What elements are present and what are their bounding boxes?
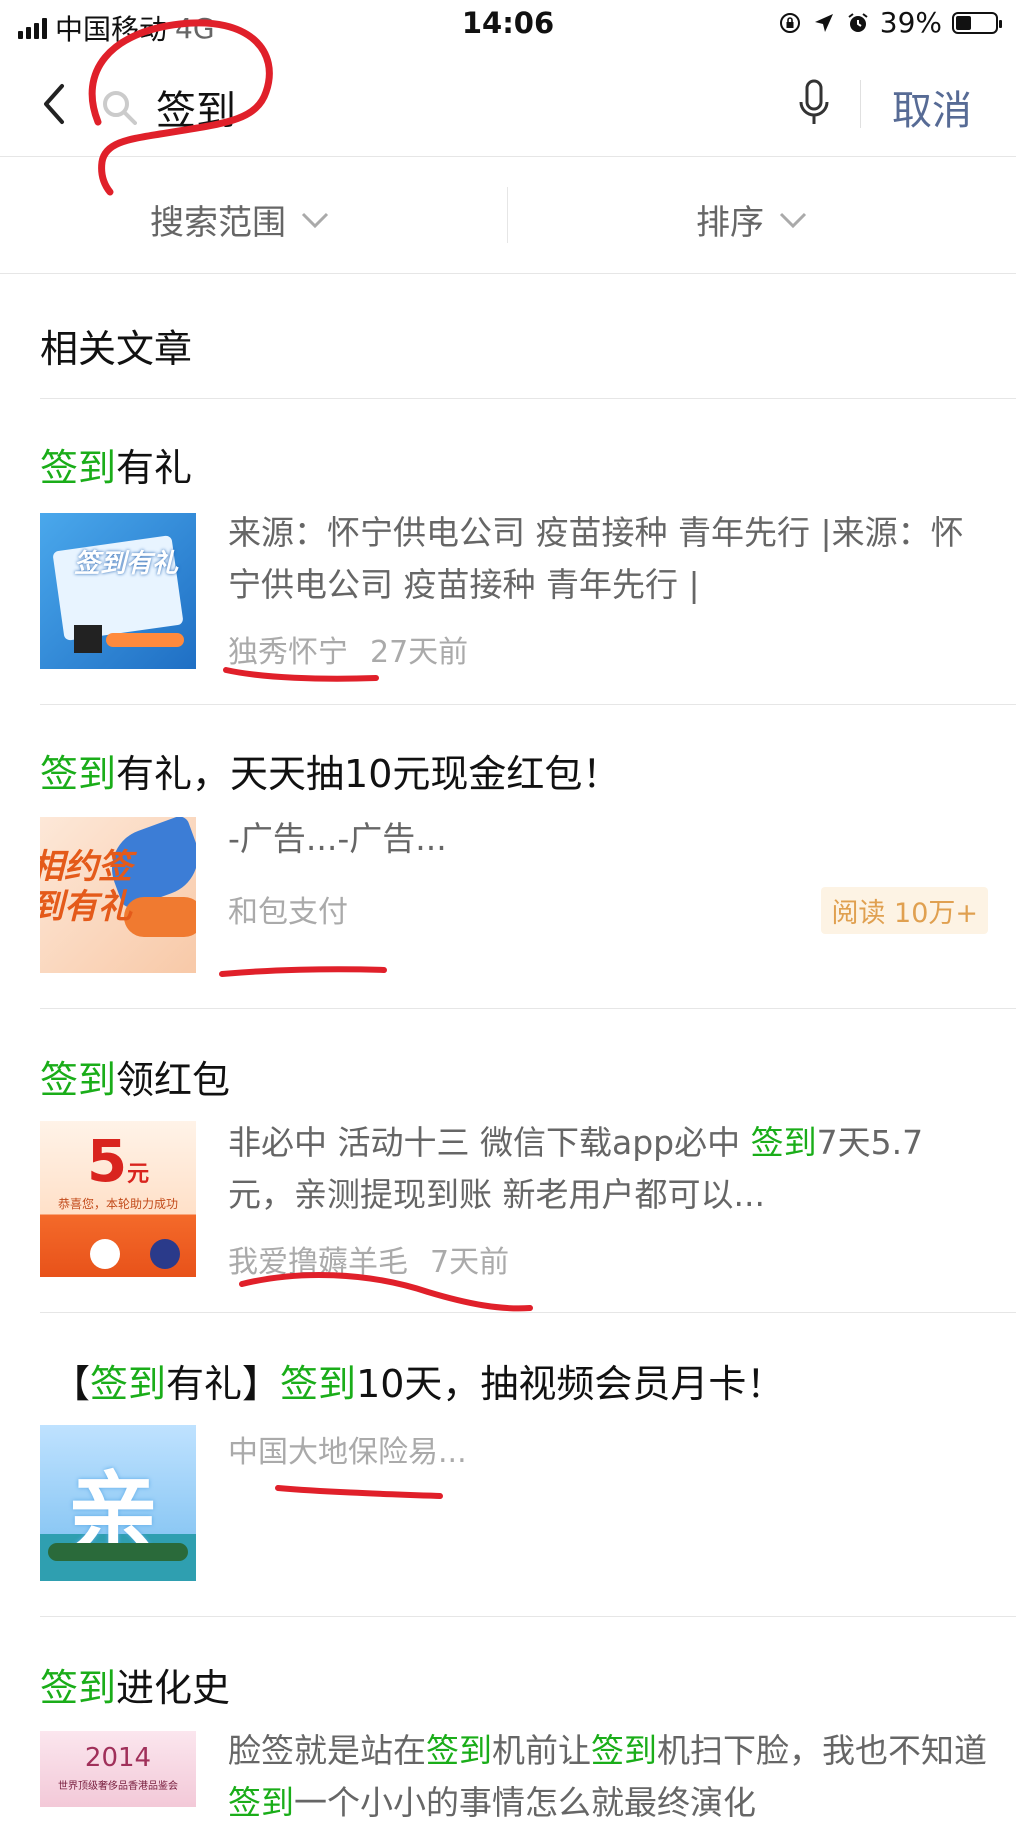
article-thumbnail: 2014 世界顶级奢侈品香港品鉴会 [40, 1731, 196, 1807]
chevron-down-icon [301, 212, 329, 228]
article-item[interactable]: 【签到有礼】签到10天，抽视频会员月卡！ 亲 中国大地保险易... [40, 1313, 1016, 1617]
filter-bar: 搜索范围 排序 [0, 157, 1016, 274]
thumbnail-button [106, 633, 184, 647]
article-source[interactable]: 独秀怀宁 [228, 635, 348, 670]
snippet-text: 机前让 [492, 1731, 591, 1770]
status-right: 39% [778, 6, 1002, 39]
thumbnail-caption: 世界顶级奢侈品香港品鉴会 [58, 1781, 178, 1792]
title-highlight: 签到 [90, 1362, 167, 1406]
read-count-badge: 阅读 10万+ [821, 887, 988, 934]
snippet-text: 脸签就是站在 [228, 1731, 426, 1770]
snippet-text: 机扫下脸，我也不知道 [657, 1731, 987, 1770]
section-title: 相关文章 [40, 327, 193, 371]
article-source[interactable]: 中国大地保险易... [228, 1435, 467, 1470]
snippet-text: 一个小小的事情怎么就最终演化 [294, 1783, 756, 1822]
article-source[interactable]: 我爱撸薅羊毛 [228, 1245, 408, 1280]
article-snippet: 来源：怀宁供电公司 疫苗接种 青年先行 |来源：怀宁供电公司 疫苗接种 青年先行… [228, 513, 964, 604]
thumbnail-avatar [90, 1239, 120, 1269]
article-item[interactable]: 签到有礼 签到有礼 来源：怀宁供电公司 疫苗接种 青年先行 |来源：怀宁供电公司… [40, 399, 1016, 705]
article-item[interactable]: 签到进化史 2014 世界顶级奢侈品香港品鉴会 脸签就是站在签到机前让签到机扫下… [40, 1617, 1016, 1822]
thumbnail-text: 相约签到有礼 [40, 847, 132, 927]
article-title: 【签到有礼】签到10天，抽视频会员月卡！ [52, 1353, 784, 1408]
article-snippet: 非必中 活动十三 微信下载app必中 签到7天5.7元，亲测提现到账 新老用户都… [228, 1117, 988, 1221]
thumbnail-caption: 恭喜您，本轮助力成功 [57, 1197, 178, 1211]
title-highlight: 签到 [40, 752, 117, 796]
microphone-icon[interactable] [796, 78, 832, 128]
article-thumbnail: 亲 [40, 1425, 196, 1581]
article-source[interactable]: 和包支付 [228, 895, 348, 930]
title-text: 10天，抽视频会员月卡！ [356, 1362, 785, 1406]
article-time: 27天前 [370, 635, 469, 670]
snippet-highlight: 签到 [750, 1123, 817, 1162]
article-time: 7天前 [430, 1245, 510, 1280]
header-divider [860, 80, 861, 128]
thumbnail-avatar [150, 1239, 180, 1269]
back-chevron-icon[interactable] [36, 80, 72, 128]
title-rest: 领红包 [116, 1058, 231, 1102]
article-meta: 我爱撸薅羊毛 7天前 [228, 1237, 509, 1281]
thumbnail-amount-unit: 元 [127, 1162, 150, 1187]
filter-sort[interactable]: 排序 [696, 195, 808, 244]
battery-icon [952, 11, 1002, 34]
thumbnail-boat [48, 1543, 188, 1561]
article-thumbnail: 相约签到有礼 [40, 817, 196, 973]
battery-fill [956, 15, 971, 30]
filter-divider [507, 187, 508, 243]
article-meta: 中国大地保险易... [228, 1427, 467, 1471]
snippet-highlight: 签到 [591, 1731, 657, 1770]
article-title: 签到领红包 [40, 1049, 230, 1104]
article-title: 签到有礼 [40, 437, 192, 492]
search-icon [103, 91, 137, 125]
title-highlight: 签到 [40, 1058, 117, 1102]
article-thumbnail: 签到有礼 [40, 513, 196, 669]
thumbnail-text: 签到有礼 [74, 549, 179, 579]
thumbnail-year: 2014 [84, 1743, 152, 1773]
search-header: 签到 取消 [0, 52, 1016, 157]
filter-scope-label: 搜索范围 [150, 203, 286, 243]
title-highlight: 签到 [280, 1362, 357, 1406]
location-icon [814, 13, 833, 32]
cancel-button[interactable]: 取消 [892, 78, 972, 136]
battery-percent: 39% [879, 6, 942, 39]
chevron-down-icon [779, 212, 807, 228]
snippet-highlight: 签到 [426, 1731, 492, 1770]
article-meta: 和包支付 [228, 887, 348, 931]
article-snippet: -广告...-广告... [228, 819, 447, 858]
article-item[interactable]: 签到有礼，天天抽10元现金红包！ 相约签到有礼 -广告...-广告... 和包支… [40, 705, 1016, 1009]
title-rest: 有礼 [116, 446, 193, 490]
qr-code [74, 625, 102, 653]
title-rest: 进化史 [116, 1666, 231, 1710]
search-input[interactable]: 签到 [156, 78, 236, 136]
thumbnail-amount-value: 5 [86, 1127, 128, 1195]
status-bar: 中国移动 4G 14:06 39% [0, 0, 1016, 52]
filter-sort-label: 排序 [696, 203, 764, 243]
title-text: 有礼】 [166, 1362, 281, 1406]
article-item[interactable]: 签到领红包 5元 恭喜您，本轮助力成功 非必中 活动十三 微信下载app必中 签… [40, 1009, 1016, 1313]
article-thumbnail: 5元 恭喜您，本轮助力成功 [40, 1121, 196, 1277]
thumbnail-amount: 5元 [40, 1127, 196, 1195]
title-rest: 有礼，天天抽10元现金红包！ [116, 752, 621, 796]
article-meta: 独秀怀宁 27天前 [228, 627, 468, 671]
title-highlight: 签到 [40, 1666, 117, 1710]
snippet-text: 非必中 活动十三 微信下载app必中 [228, 1123, 751, 1162]
snippet-highlight: 签到 [228, 1783, 294, 1822]
article-title: 签到有礼，天天抽10元现金红包！ [40, 743, 620, 798]
filter-scope[interactable]: 搜索范围 [150, 195, 330, 244]
title-highlight: 签到 [40, 446, 117, 490]
article-title: 签到进化史 [40, 1657, 230, 1712]
rotation-lock-icon [779, 12, 800, 33]
title-text: 【 [52, 1362, 91, 1406]
article-snippet: 脸签就是站在签到机前让签到机扫下脸，我也不知道签到一个小小的事情怎么就最终演化 [228, 1725, 988, 1829]
alarm-icon [848, 12, 868, 32]
